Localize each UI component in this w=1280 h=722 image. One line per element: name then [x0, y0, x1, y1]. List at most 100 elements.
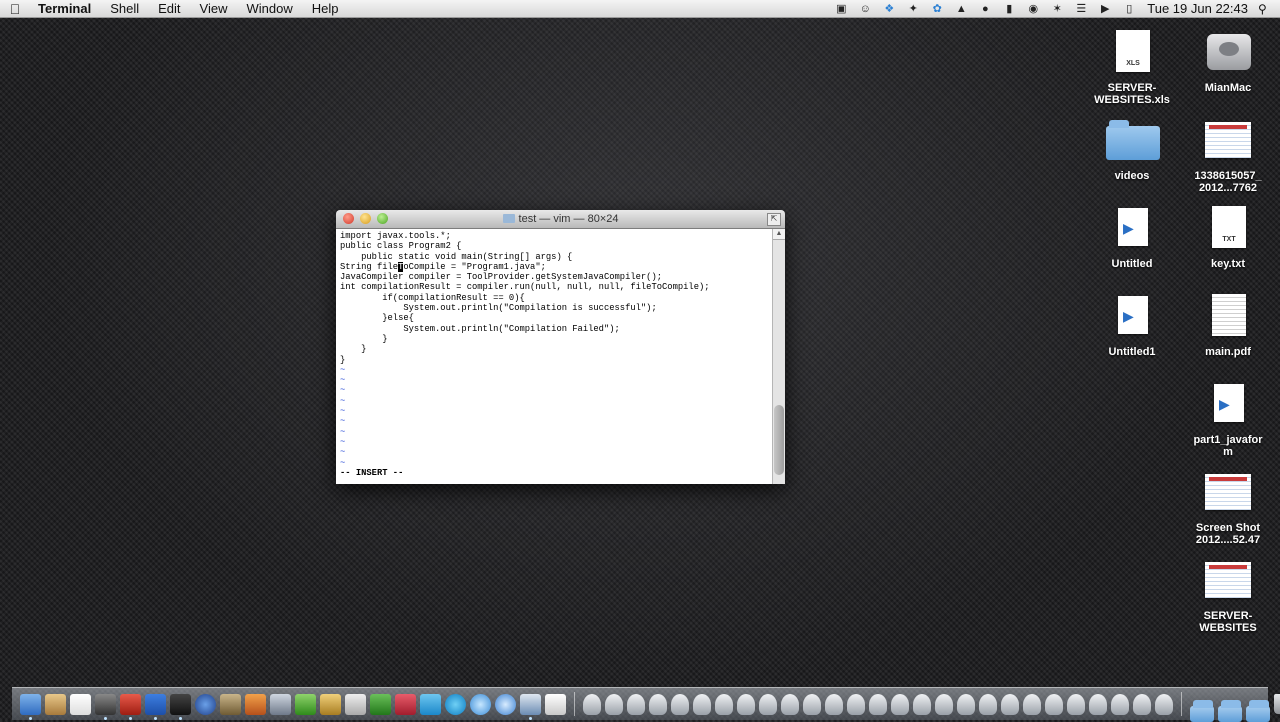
menu-app-terminal[interactable]: Terminal: [38, 1, 102, 16]
code-line: }: [340, 354, 346, 365]
app-icon[interactable]: [627, 693, 645, 715]
image-icon[interactable]: [320, 693, 341, 715]
messages-icon[interactable]: [470, 693, 491, 715]
archive-icon[interactable]: [245, 693, 266, 715]
menu-help[interactable]: Help: [312, 1, 350, 16]
finder-icon[interactable]: [20, 693, 41, 720]
trash-icon[interactable]: [1274, 694, 1280, 714]
app-icon[interactable]: [583, 693, 601, 715]
terminal-screen[interactable]: import javax.tools.*; public class Progra…: [336, 229, 773, 484]
pen-icon[interactable]: [270, 693, 291, 715]
desktop-icon-label: MianMac: [1204, 82, 1252, 94]
tools-icon[interactable]: ✦: [906, 2, 920, 15]
app-icon[interactable]: [803, 693, 821, 715]
bookmark-icon[interactable]: ▮: [1002, 2, 1016, 15]
twitter-icon[interactable]: ✿: [930, 2, 944, 15]
desktop-icon-label: videos: [1114, 170, 1150, 182]
menu-clock[interactable]: Tue 19 Jun 22:43: [1147, 1, 1248, 16]
desktop-icon-untitled1[interactable]: Untitled1: [1092, 292, 1172, 358]
app-icon[interactable]: [605, 693, 623, 715]
webcam-icon[interactable]: [95, 693, 116, 720]
toolbar-toggle-button[interactable]: ⇱: [767, 213, 781, 226]
menu-view[interactable]: View: [200, 1, 239, 16]
empty-line-marker: ~: [340, 447, 346, 458]
contacts-icon[interactable]: [345, 693, 366, 715]
desktop-icon-screen-shot[interactable]: Screen Shot 2012....52.47: [1188, 468, 1268, 546]
app-icon[interactable]: [1023, 693, 1041, 715]
battery-icon[interactable]: ▯: [1122, 2, 1136, 15]
eclipse-icon[interactable]: [195, 693, 216, 715]
dropbox-icon[interactable]: ❖: [882, 2, 896, 15]
desktop-icon-main-pdf[interactable]: main.pdf: [1188, 292, 1268, 358]
menu-window[interactable]: Window: [247, 1, 304, 16]
desktop-icon-key-txt[interactable]: TXT key.txt: [1188, 204, 1268, 270]
text-edit-icon[interactable]: [545, 693, 566, 715]
script-icon[interactable]: [220, 693, 241, 715]
word-icon[interactable]: [145, 693, 166, 720]
app-icon[interactable]: [649, 693, 667, 715]
menu-shell[interactable]: Shell: [110, 1, 150, 16]
app-icon[interactable]: [737, 693, 755, 715]
app-icon[interactable]: [1155, 693, 1173, 715]
desktop-icon-mianmac[interactable]: MianMac: [1188, 28, 1268, 94]
volume-icon[interactable]: ▶: [1098, 2, 1112, 15]
app-icon[interactable]: [1001, 693, 1019, 715]
app-icon[interactable]: [781, 693, 799, 715]
app-icon[interactable]: [715, 693, 733, 715]
app-icon[interactable]: [869, 693, 887, 715]
app-icon[interactable]: [825, 693, 843, 715]
code-line: }: [340, 344, 367, 355]
spotlight-icon[interactable]: ⚲: [1258, 2, 1274, 16]
scroll-up-arrow[interactable]: ▲: [773, 229, 785, 240]
paw-icon[interactable]: ●: [978, 2, 992, 15]
code-line: System.out.println("Compilation Failed")…: [340, 323, 620, 334]
app-icon[interactable]: [935, 693, 953, 715]
desktop-icon-server-websites[interactable]: SERVER- WEBSITES: [1188, 556, 1268, 634]
skype-icon[interactable]: [445, 693, 466, 715]
folder-icon: [1106, 120, 1160, 160]
mendeley-icon[interactable]: [395, 693, 416, 715]
app-icon[interactable]: [759, 693, 777, 715]
evernote-icon[interactable]: ☺: [858, 2, 872, 15]
twitter-icon[interactable]: [420, 693, 441, 715]
app-icon[interactable]: [1111, 693, 1129, 715]
desktop-icon-server-websites-xls[interactable]: XLS SERVER- WEBSITES.xls: [1092, 28, 1172, 106]
app-icon[interactable]: [913, 693, 931, 715]
vertical-scrollbar[interactable]: ▲: [772, 229, 785, 484]
desktop-icon-1338615057[interactable]: 1338615057_ 2012...7762: [1188, 116, 1268, 194]
app-icon[interactable]: [671, 693, 689, 715]
app-icon[interactable]: [693, 693, 711, 715]
chart-icon[interactable]: [295, 693, 316, 715]
bluetooth-icon[interactable]: ✶: [1050, 2, 1064, 15]
terminal-icon[interactable]: [170, 693, 191, 720]
hat-icon[interactable]: ▲: [954, 2, 968, 15]
evernote-icon[interactable]: [370, 693, 391, 715]
desktop-icon-part1-javaform[interactable]: part1_javafor m: [1188, 380, 1268, 458]
safari-icon[interactable]: [495, 693, 516, 715]
app-icon[interactable]: [1045, 693, 1063, 715]
notes-icon[interactable]: [45, 693, 66, 715]
wifi-icon[interactable]: ☰: [1074, 2, 1088, 15]
screenshot-file-icon: [1205, 474, 1251, 510]
app-icon[interactable]: [847, 693, 865, 715]
folder-icon: [502, 214, 515, 223]
scroll-thumb[interactable]: [774, 405, 784, 475]
app-icon[interactable]: [891, 693, 909, 715]
empty-line-marker: ~: [340, 375, 346, 386]
movie-icon[interactable]: [520, 693, 541, 720]
apple-menu-icon[interactable]: : [0, 1, 30, 17]
app-icon[interactable]: [1133, 693, 1151, 715]
app-icon[interactable]: [979, 693, 997, 715]
desktop-icon-videos[interactable]: videos: [1092, 116, 1172, 182]
photo-booth-icon[interactable]: [120, 693, 141, 720]
eye-icon[interactable]: ◉: [1026, 2, 1040, 15]
window-titlebar[interactable]: test — vim — 80×24 ⇱: [336, 210, 785, 229]
vim-mode-indicator: -- INSERT --: [340, 467, 404, 478]
desktop-icon-untitled[interactable]: Untitled: [1092, 204, 1172, 270]
app-icon[interactable]: [1089, 693, 1107, 715]
app-icon[interactable]: [957, 693, 975, 715]
camera-icon[interactable]: ▣: [834, 2, 848, 15]
calendar-icon[interactable]: [70, 693, 91, 715]
app-icon[interactable]: [1067, 693, 1085, 715]
menu-edit[interactable]: Edit: [158, 1, 191, 16]
